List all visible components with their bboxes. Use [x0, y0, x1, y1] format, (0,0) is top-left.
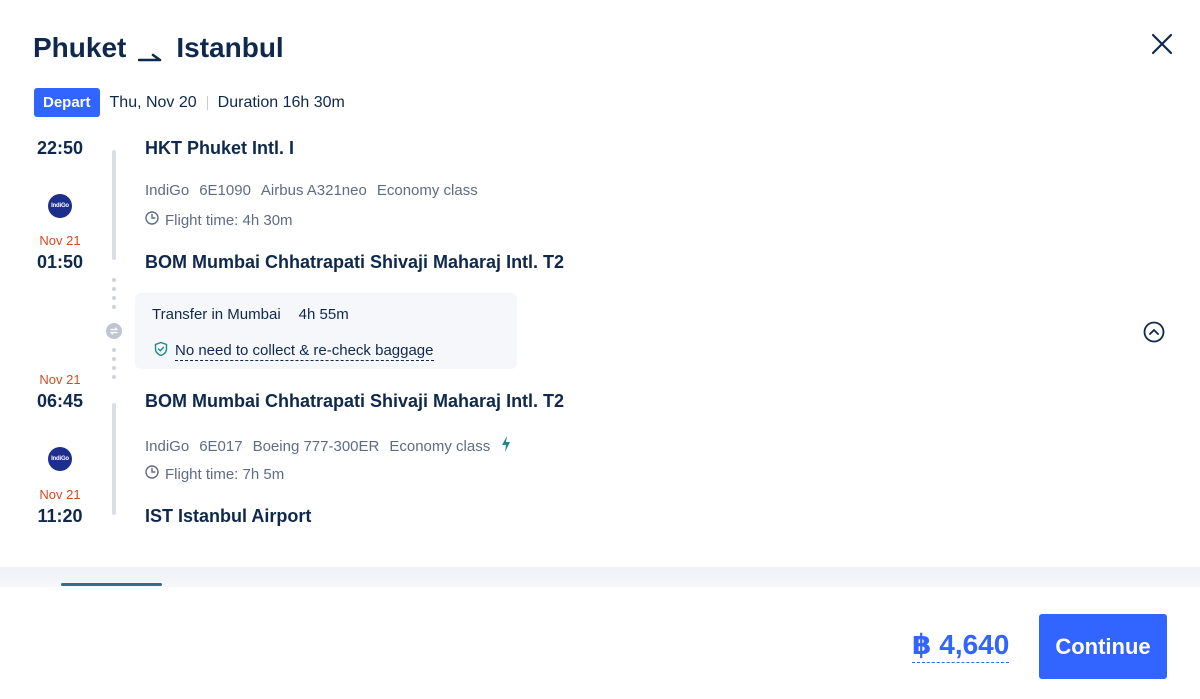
transfer-title: Transfer in Mumbai 4h 55m [152, 306, 349, 323]
chevron-up-icon[interactable] [1143, 321, 1165, 343]
flight-time-label: Flight time: 7h 5m [165, 465, 285, 483]
arrival-airport: BOM Mumbai Chhatrapati Shivaji Maharaj I… [145, 252, 565, 272]
airline-name: IndiGo [145, 182, 190, 199]
airline-logo: IndiGo [48, 447, 72, 471]
airline-logo: IndiGo [48, 194, 72, 218]
arrival-date-flag: Nov 21 [39, 487, 81, 502]
trip-meta: Depart Thu, Nov 20 Duration 16h 30m [34, 88, 345, 117]
trip-duration: Duration 16h 30m [217, 93, 345, 111]
airline-name: IndiGo [145, 437, 190, 455]
origin-city: Phuket [33, 32, 127, 63]
transfer-duration: 4h 55m [298, 306, 349, 323]
flight-info: IndiGo 6E017 Boeing 777-300ER Economy cl… [145, 435, 522, 457]
baggage-note-text: No need to collect & re-check baggage [175, 341, 434, 361]
close-icon[interactable] [1150, 32, 1174, 56]
aircraft-type: Airbus A321neo [260, 182, 367, 199]
flight-time: Flight time: 7h 5m [145, 465, 284, 483]
transfer-dots [112, 278, 116, 314]
flight-time: Flight time: 4h 30m [145, 211, 293, 229]
transfer-dots [112, 348, 116, 384]
footer-divider [0, 567, 1200, 587]
departure-airport: BOM Mumbai Chhatrapati Shivaji Maharaj I… [145, 391, 565, 411]
trip-date: Thu, Nov 20 [109, 93, 197, 111]
flight-number: 6E017 [199, 437, 243, 455]
divider [206, 95, 208, 110]
arrow-right-icon [138, 41, 164, 62]
baggage-note[interactable]: No need to collect & re-check baggage [153, 341, 434, 361]
shield-icon [153, 341, 169, 361]
depart-badge: Depart [34, 88, 100, 117]
cabin-class: Economy class [376, 182, 478, 199]
transfer-city: Transfer in Mumbai [152, 306, 281, 323]
cabin-class: Economy class [389, 437, 491, 455]
total-price[interactable]: ฿ 4,640 [912, 628, 1010, 663]
flight-time-label: Flight time: 4h 30m [165, 211, 293, 229]
segment-line [112, 150, 116, 260]
aircraft-type: Boeing 777-300ER [252, 437, 380, 455]
arrival-airport: IST Istanbul Airport [145, 506, 312, 526]
arrival-date-flag: Nov 21 [39, 233, 81, 248]
departure-airport: HKT Phuket Intl. I [145, 138, 295, 158]
continue-button[interactable]: Continue [1039, 614, 1167, 679]
flight-info: IndiGo 6E1090 Airbus A321neo Economy cla… [145, 182, 488, 199]
scroll-indicator [61, 583, 162, 586]
segment-line [112, 403, 116, 515]
lightning-icon [500, 435, 512, 457]
flight-number: 6E1090 [199, 182, 251, 199]
transfer-icon [106, 323, 122, 339]
arrival-time: 01:50 [36, 252, 84, 272]
destination-city: Istanbul [176, 32, 284, 63]
arrival-time: 11:20 [37, 506, 83, 526]
departure-time: 22:50 [36, 138, 84, 158]
clock-icon [145, 211, 159, 229]
departure-date-flag: Nov 21 [39, 372, 81, 387]
page-title: Phuket Istanbul [33, 32, 284, 64]
clock-icon [145, 465, 159, 483]
departure-time: 06:45 [36, 391, 84, 411]
